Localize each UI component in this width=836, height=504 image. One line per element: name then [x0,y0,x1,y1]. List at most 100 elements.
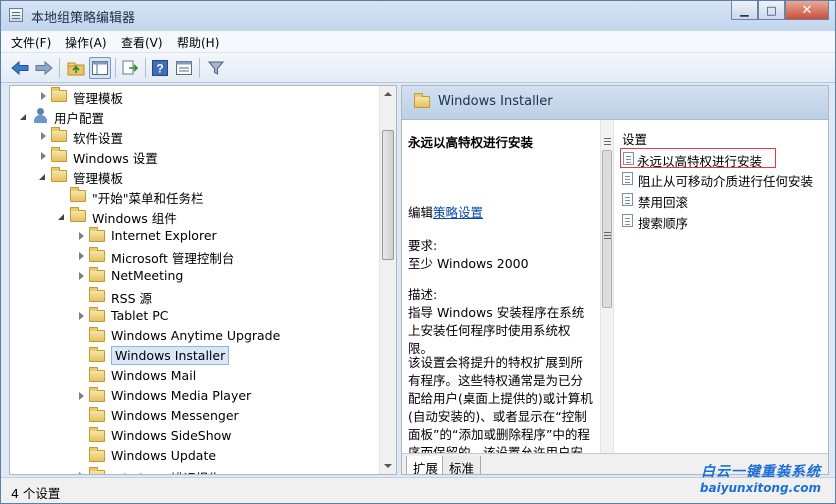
folder-icon [89,267,105,282]
filter-icon[interactable] [205,57,227,79]
close-button[interactable]: ✕ [785,1,829,20]
description-scrollbar[interactable] [600,120,614,453]
tree-item[interactable]: Windows SideShow [10,426,382,446]
folder-icon [89,467,105,474]
description-scroll-thumb[interactable] [602,150,612,308]
minimize-button[interactable]: ▁ [731,1,758,20]
edit-prefix: 编辑 [408,205,434,220]
collapsed-arrow-icon[interactable] [79,272,84,280]
setting-row[interactable]: 阻止从可移动介质进行任何安装 [620,169,828,189]
menu-action[interactable]: 操作(A) [65,34,107,51]
properties-icon[interactable] [173,57,195,79]
edit-line: 编辑策略设置 [408,202,483,221]
collapsed-arrow-icon[interactable] [79,232,84,240]
folder-icon [70,187,86,202]
collapsed-arrow-icon[interactable] [41,152,46,160]
expanded-arrow-icon[interactable] [20,114,26,120]
tree-item-label: 用户配置 [54,111,105,126]
folder-icon [89,367,105,382]
tree-item[interactable]: 软件设置 [10,126,382,146]
tree-item[interactable]: Windows Update [10,446,382,466]
back-arrow-icon[interactable] [9,57,31,79]
tree-item[interactable]: "开始"菜单和任务栏 [10,186,382,206]
tree-item[interactable]: Internet Explorer [10,226,382,246]
tree-item[interactable]: Tablet PC [10,306,382,326]
svg-text:?: ? [156,62,163,76]
tree-item-label: 管理模板 [73,91,124,106]
tree-item-label: Internet Explorer [111,228,217,243]
forward-arrow-icon[interactable] [33,57,55,79]
tree-item-label: Microsoft 管理控制台 [111,251,235,266]
menu-bar: 文件(F) 操作(A) 查看(V) 帮助(H) [1,31,835,53]
expanded-arrow-icon[interactable] [39,174,45,180]
tree-item[interactable]: Windows Messenger [10,406,382,426]
details-title: Windows Installer [438,94,553,109]
collapsed-arrow-icon[interactable] [79,472,84,474]
tree-item[interactable]: 管理模板 [10,166,382,186]
setting-row[interactable]: 搜索顺序 [620,211,828,231]
folder-icon [51,167,67,182]
expanded-arrow-icon[interactable] [58,214,64,220]
tree-item[interactable]: Windows Mail [10,366,382,386]
tree-item-label: 管理模板 [73,171,124,186]
setting-row[interactable]: 禁用回滚 [620,190,828,210]
collapsed-arrow-icon[interactable] [79,392,84,400]
settings-column-header[interactable]: 设置 [622,129,647,148]
folder-icon [89,227,105,242]
tab-standard[interactable]: 标准 [442,456,482,474]
scroll-down-icon[interactable] [384,464,392,468]
user-config-icon [32,108,49,124]
export-list-icon[interactable] [119,57,141,79]
menu-view[interactable]: 查看(V) [121,34,163,51]
tree-item[interactable]: Microsoft 管理控制台 [10,246,382,266]
show-tree-icon[interactable] [89,57,111,79]
policy-setting-icon [622,172,633,185]
tree-item[interactable]: 管理模板 [10,86,382,106]
setting-row[interactable]: 永远以高特权进行安装 [620,148,776,169]
tree-item-label: Windows Installer [111,346,230,365]
description-text: 指导 Windows 安装程序在系统上安装任何程序时使用系统权限。 [408,305,585,356]
edit-policy-link[interactable]: 策略设置 [433,205,483,220]
folder-icon [89,247,105,262]
collapsed-arrow-icon[interactable] [41,132,46,140]
folder-icon [89,307,105,322]
scroll-thumb[interactable] [382,130,394,260]
tree-pane[interactable]: 管理模板 用户配置 软件设置 Windows 设置 管理模板 "开始"菜单和任务栏 Wind… [9,85,397,475]
help-icon[interactable]: ? [149,57,171,79]
folder-icon [70,207,86,222]
collapsed-arrow-icon[interactable] [79,252,84,260]
tree-item[interactable]: Windows 错误报告 [10,466,382,474]
folder-icon [89,447,105,462]
requirements-label: 要求: [408,238,438,253]
tree-item[interactable]: Windows Installer [10,346,382,366]
tree-scrollbar[interactable] [379,86,396,474]
tree-item-label: NetMeeting [111,268,184,283]
collapsed-arrow-icon[interactable] [79,312,84,320]
folder-icon [89,327,105,342]
title-bar[interactable]: 本地组策略编辑器 ▁ □ ✕ [1,1,835,31]
grip-icon [604,232,611,240]
maximize-button[interactable]: □ [758,1,785,20]
folder-icon [51,127,67,142]
folder-icon [89,427,105,442]
tree-item[interactable]: 用户配置 [10,106,382,126]
tree-item[interactable]: RSS 源 [10,286,382,306]
setting-label: 阻止从可移动介质进行任何安装 [638,174,814,189]
details-header: Windows Installer [402,86,828,120]
tree-item-label: Windows 组件 [92,211,177,226]
menu-file[interactable]: 文件(F) [11,34,51,51]
tab-extended[interactable]: 扩展 [406,456,446,474]
tree-item[interactable]: Windows Media Player [10,386,382,406]
menu-help[interactable]: 帮助(H) [177,34,219,51]
tree-item[interactable]: Windows 设置 [10,146,382,166]
scroll-up-icon[interactable] [384,92,392,96]
folder-icon [89,387,105,402]
tree-item[interactable]: Windows Anytime Upgrade [10,326,382,346]
tree-item[interactable]: Windows 组件 [10,206,382,226]
tree-item-label: Windows Mail [111,368,197,383]
tree-item[interactable]: NetMeeting [10,266,382,286]
tree-item-label: Windows Messenger [111,408,239,423]
up-folder-icon[interactable] [65,57,87,79]
collapsed-arrow-icon[interactable] [41,92,46,100]
description-panel: 永远以高特权进行安装 编辑策略设置 要求: 至少 Windows 2000 描述… [402,120,600,474]
